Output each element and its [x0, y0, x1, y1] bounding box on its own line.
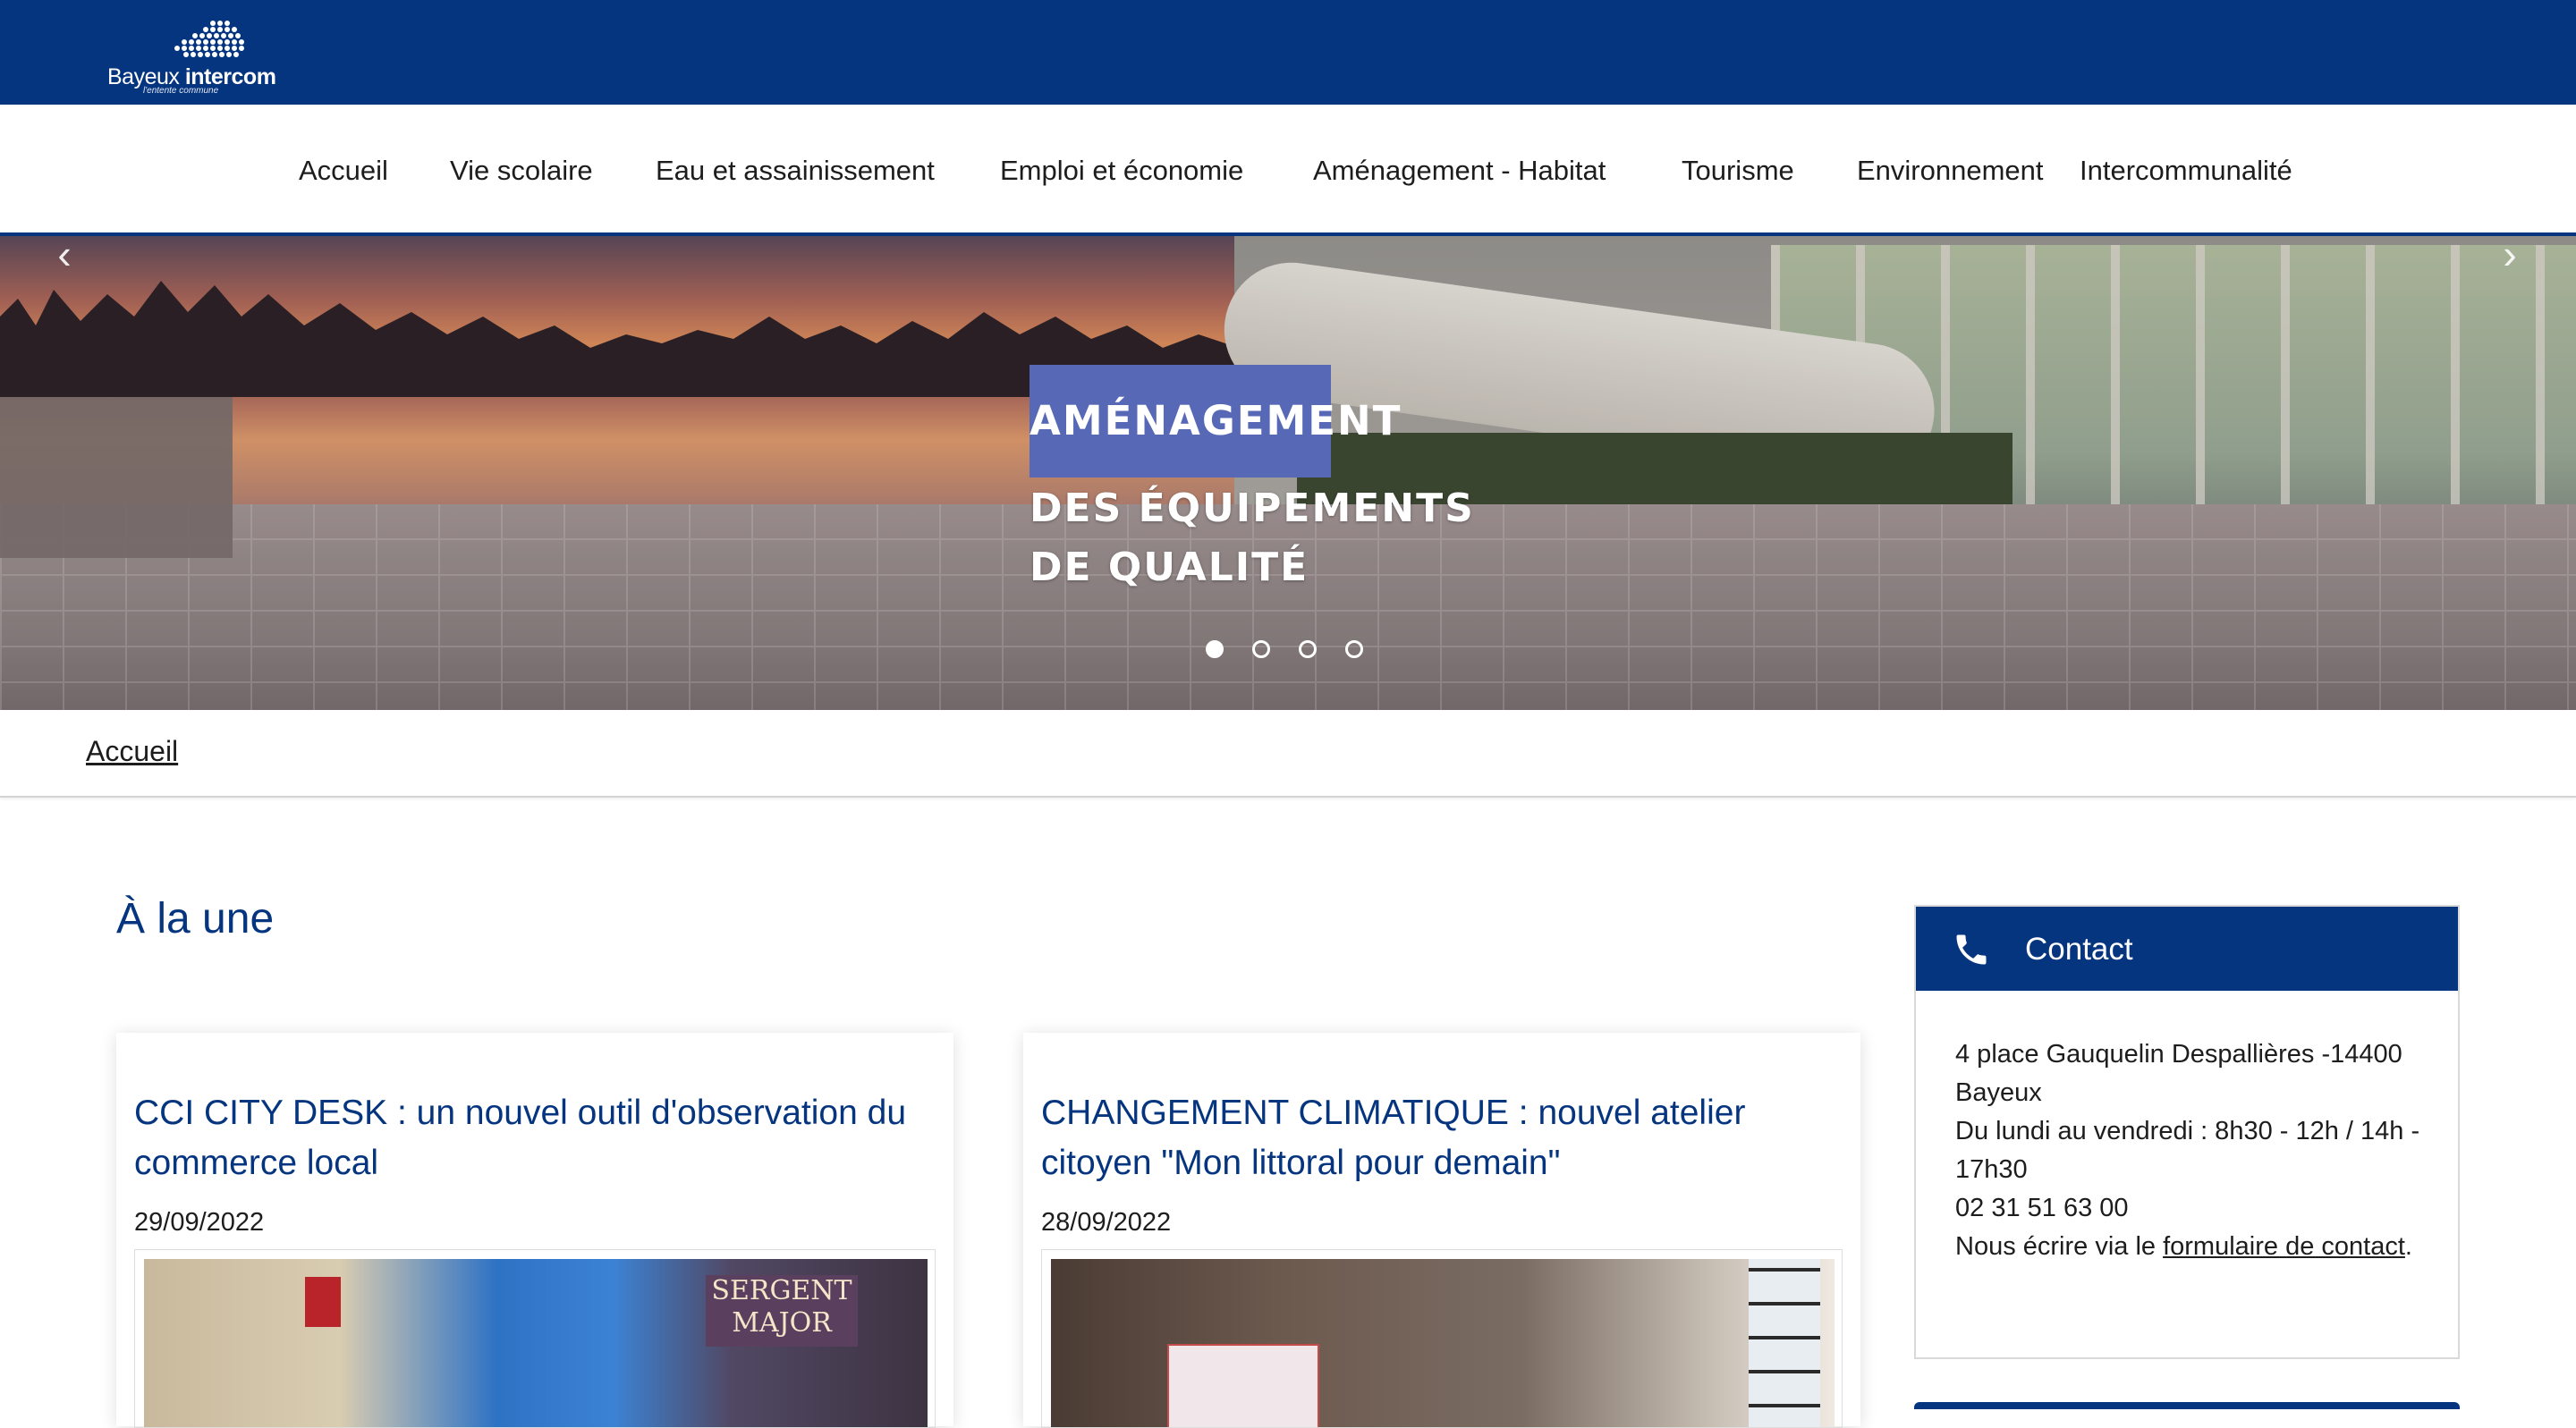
- contact-box: Contact 4 place Gauquelin Despallières -…: [1914, 905, 2460, 1359]
- news-card-title[interactable]: CHANGEMENT CLIMATIQUE : nouvel atelier c…: [1041, 1088, 1846, 1188]
- nav-item-environnement[interactable]: Environnement: [1857, 155, 2044, 187]
- phone-icon: [1956, 934, 1987, 965]
- contact-phone: 02 31 51 63 00: [1955, 1194, 2129, 1222]
- news-card-date: 29/09/2022: [134, 1208, 265, 1237]
- nav-item-eau-assainissement[interactable]: Eau et assainissement: [656, 155, 935, 187]
- news-card-title[interactable]: CCI CITY DESK : un nouvel outil d'observ…: [134, 1088, 939, 1188]
- meeting-room-photo: [1051, 1259, 1835, 1427]
- nav-item-vie-scolaire[interactable]: Vie scolaire: [450, 155, 593, 187]
- room-window: [1749, 1259, 1820, 1427]
- nav-item-amenagement-habitat[interactable]: Aménagement - Habitat: [1313, 155, 1606, 187]
- contact-hours: Du lundi au vendredi : 8h30 - 12h / 14h …: [1955, 1117, 2420, 1184]
- carousel-dot-3[interactable]: [1299, 640, 1317, 658]
- chevron-left-icon[interactable]: ‹: [47, 236, 82, 275]
- carousel-dot-1[interactable]: [1206, 640, 1224, 658]
- carousel-dot-2[interactable]: [1252, 640, 1270, 658]
- nav-item-tourisme[interactable]: Tourisme: [1682, 155, 1794, 187]
- street-photo: SERGENT MAJOR: [144, 1259, 928, 1427]
- contact-title: Contact: [2025, 932, 2133, 967]
- logo-mark-icon: [174, 21, 244, 57]
- next-sidebar-box: [1914, 1402, 2460, 1409]
- news-card[interactable]: CCI CITY DESK : un nouvel outil d'observ…: [116, 1033, 953, 1428]
- news-card-image[interactable]: SERGENT MAJOR: [134, 1249, 936, 1428]
- projection-screen: [1167, 1344, 1319, 1427]
- news-card[interactable]: CHANGEMENT CLIMATIQUE : nouvel atelier c…: [1023, 1033, 1860, 1428]
- news-card-image[interactable]: [1041, 1249, 1843, 1428]
- top-header-bar: Bayeux intercom l'entente commune: [0, 0, 2576, 105]
- site-logo[interactable]: Bayeux intercom l'entente commune: [107, 20, 286, 96]
- news-card-date: 28/09/2022: [1041, 1208, 1172, 1237]
- contact-write: Nous écrire via le formulaire de contact…: [1955, 1232, 2412, 1261]
- nav-item-accueil[interactable]: Accueil: [299, 155, 388, 187]
- hero-subtitle-line1: DES ÉQUIPEMENTS: [1030, 486, 1475, 531]
- chevron-right-icon[interactable]: ›: [2492, 236, 2528, 275]
- logo-tagline: l'entente commune: [143, 86, 219, 96]
- hero-tag: AMÉNAGEMENT: [1030, 365, 1400, 477]
- nav-item-intercommunalite[interactable]: Intercommunalité: [2080, 155, 2292, 187]
- contact-address: 4 place Gauquelin Despallières -14400 Ba…: [1955, 1040, 2402, 1107]
- contact-form-link[interactable]: formulaire de contact: [2163, 1232, 2405, 1261]
- main-navigation: Accueil Vie scolaire Eau et assainisseme…: [0, 105, 2576, 232]
- nav-item-emploi-economie[interactable]: Emploi et économie: [1000, 155, 1243, 187]
- shop-sign-red: [305, 1277, 341, 1327]
- shop-sign-sergent-major: SERGENT MAJOR: [706, 1275, 858, 1347]
- breadcrumb: Accueil: [0, 710, 2576, 798]
- contact-header: Contact: [1916, 907, 2458, 991]
- hero-subtitle-line2: DE QUALITÉ: [1030, 545, 1309, 590]
- breadcrumb-home-link[interactable]: Accueil: [86, 735, 178, 768]
- hero-carousel[interactable]: AMÉNAGEMENT DES ÉQUIPEMENTS DE QUALITÉ ‹…: [0, 236, 2576, 710]
- hero-subtitle: DES ÉQUIPEMENTS DE QUALITÉ: [1030, 479, 1475, 597]
- carousel-dot-4[interactable]: [1345, 640, 1363, 658]
- contact-details: 4 place Gauquelin Despallières -14400 Ba…: [1955, 1035, 2438, 1266]
- section-title-a-la-une: À la une: [116, 895, 275, 942]
